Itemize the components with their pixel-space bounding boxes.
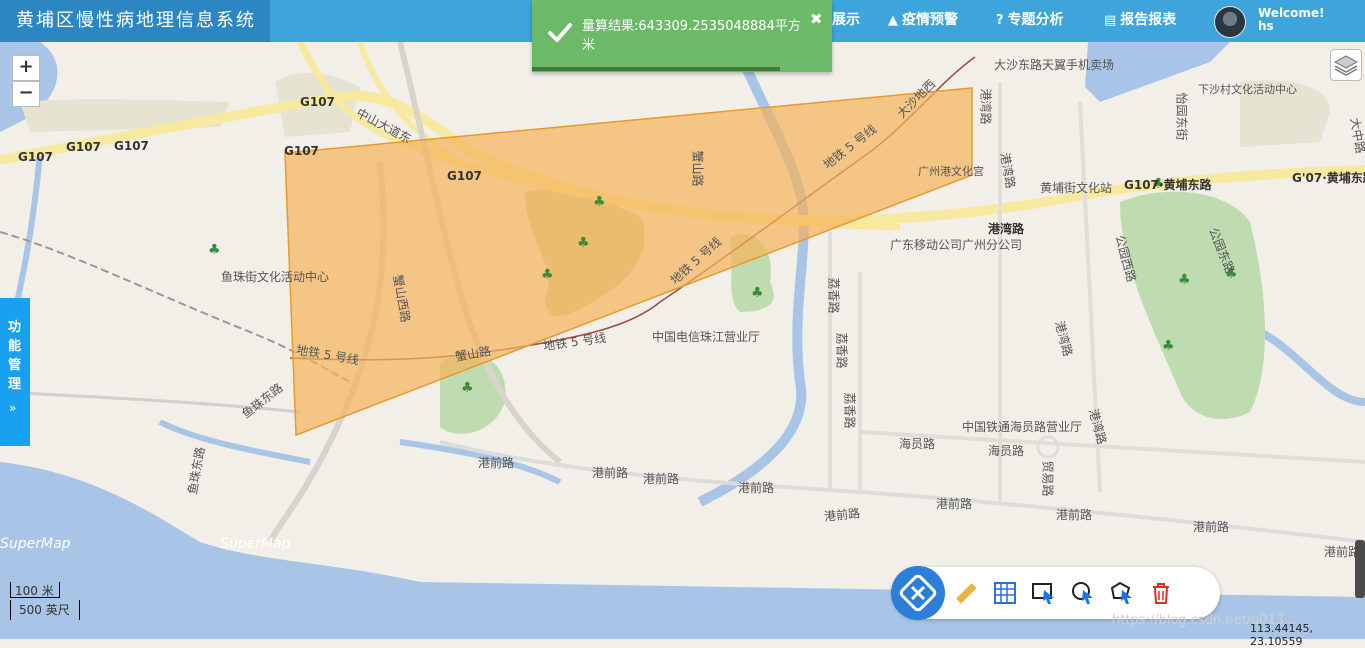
map-label: 港前路	[592, 466, 629, 480]
poi-marker-icon[interactable]: ♣	[577, 235, 590, 251]
map-label: 港前路	[936, 497, 973, 511]
close-icon[interactable]: ✖	[810, 10, 823, 28]
map-label: 荔香路	[834, 332, 849, 369]
poi-marker-icon[interactable]: ♣	[593, 194, 606, 210]
user-menu[interactable]: Welcome! hs	[1258, 7, 1325, 33]
delete-icon[interactable]	[1148, 580, 1174, 606]
map-label: 蟹山路	[690, 150, 705, 187]
select-rectangle-icon[interactable]	[1031, 580, 1057, 606]
map-label: 海员路	[988, 444, 1025, 458]
scale-imperial: 500 英尺	[10, 600, 80, 620]
layers-button[interactable]	[1330, 49, 1362, 81]
map-label: 海员路	[899, 437, 936, 451]
map-view[interactable]: ♣ ♣ ♣ ♣ ♣ ♣ ♣ ♣ ♣ ♣ G107 G107 G107 G107 …	[0, 42, 1365, 639]
nav-display[interactable]: 展示	[832, 0, 860, 42]
select-circle-icon[interactable]	[1070, 580, 1096, 606]
nav-topic-analysis-label: 专题分析	[1007, 12, 1064, 28]
avatar[interactable]	[1214, 6, 1246, 38]
scale-bar: 100 米 500 英尺	[10, 582, 80, 624]
map-label: 怡园东街	[1174, 92, 1189, 141]
map-label: 港湾路	[988, 222, 1025, 236]
zoom-in-button[interactable]: +	[12, 55, 40, 81]
map-label: 广州港文化宫	[918, 165, 984, 178]
toolbar-toggle-button[interactable]	[891, 566, 945, 620]
map-label: 港前路	[1193, 520, 1230, 534]
tools-close-icon	[899, 574, 937, 612]
map-label: 港前路	[738, 481, 775, 495]
expand-icon: »	[9, 401, 17, 415]
zoom-out-button[interactable]: −	[12, 81, 40, 107]
map-label: 广东移动公司广州分公司	[890, 238, 1023, 252]
nav-display-label: 展示	[832, 12, 860, 28]
map-label: 港前路	[478, 456, 515, 470]
check-icon	[548, 23, 572, 42]
supermap-watermark: SuperMap	[220, 536, 291, 552]
map-label: 下沙村文化活动中心	[1198, 83, 1297, 96]
map-label: 中国铁通海员路营业厅	[962, 420, 1083, 434]
supermap-watermark: SuperMap	[0, 536, 71, 552]
nav-epidemic-warning-label: 疫情预警	[902, 12, 958, 28]
right-slider-handle[interactable]	[1355, 540, 1365, 598]
map-label: G107	[18, 150, 53, 164]
area-grid-icon[interactable]	[992, 580, 1018, 606]
poi-marker-icon[interactable]: ♣	[541, 267, 554, 283]
poi-marker-icon[interactable]: ♣	[461, 380, 474, 396]
function-panel-label: 功能管理	[8, 320, 22, 392]
map-label: 中国电信珠江营业厅	[652, 330, 761, 344]
map-label: G'07·黄埔东路	[1292, 171, 1365, 185]
coordinates-readout: 113.44145, 23.10559	[1250, 622, 1313, 648]
map-label: G107	[114, 139, 149, 153]
map-label: 贸易路	[1040, 460, 1055, 497]
map-label: G107	[284, 144, 319, 158]
map-label: 鱼珠街文化活动中心	[221, 270, 330, 284]
map-label: 港前路	[643, 472, 680, 486]
measure-result-toast: 量算结果:643309.2535048884平方米 ✖	[532, 0, 832, 72]
poi-marker-icon[interactable]: ♣	[208, 242, 221, 258]
scale-metric: 100 米	[10, 582, 60, 598]
question-circle-icon: ?	[996, 13, 1004, 28]
map-label: G107	[447, 169, 482, 183]
poi-marker-icon[interactable]: ♣	[1178, 272, 1191, 288]
map-label: G107	[300, 95, 335, 109]
ruler-icon[interactable]	[953, 580, 979, 606]
map-label: 港前路	[1056, 508, 1093, 522]
map-label: 黄埔街文化站	[1040, 181, 1113, 195]
nav-reports[interactable]: ▤ 报告报表	[1104, 0, 1176, 42]
poi-marker-icon[interactable]: ♣	[751, 285, 764, 301]
poi-marker-icon[interactable]: ♣	[1162, 338, 1175, 354]
nav-topic-analysis[interactable]: ? 专题分析	[996, 0, 1064, 42]
nav-epidemic-warning[interactable]: ▲ 疫情预警	[888, 0, 958, 42]
function-panel-toggle[interactable]: 功能管理 »	[0, 298, 30, 446]
app-title: 黄埔区慢性病地理信息系统	[0, 0, 270, 42]
layers-icon	[1333, 55, 1359, 76]
warning-icon: ▲	[888, 13, 898, 28]
list-icon: ▤	[1104, 13, 1117, 28]
select-polygon-icon[interactable]	[1109, 580, 1135, 606]
map-label: 港湾路	[978, 88, 993, 125]
nav-reports-label: 报告报表	[1120, 12, 1177, 28]
toast-message: 量算结果:643309.2535048884平方米	[582, 19, 801, 53]
map-label: 荔香路	[826, 277, 841, 314]
map-label: G107·黄埔东路	[1124, 178, 1212, 192]
map-label: 大沙东路天翼手机卖场	[994, 58, 1115, 72]
map-label: G107	[66, 140, 101, 154]
toast-progress	[532, 67, 780, 71]
username: hs	[1258, 19, 1274, 33]
map-label: 荔香路	[842, 392, 857, 429]
